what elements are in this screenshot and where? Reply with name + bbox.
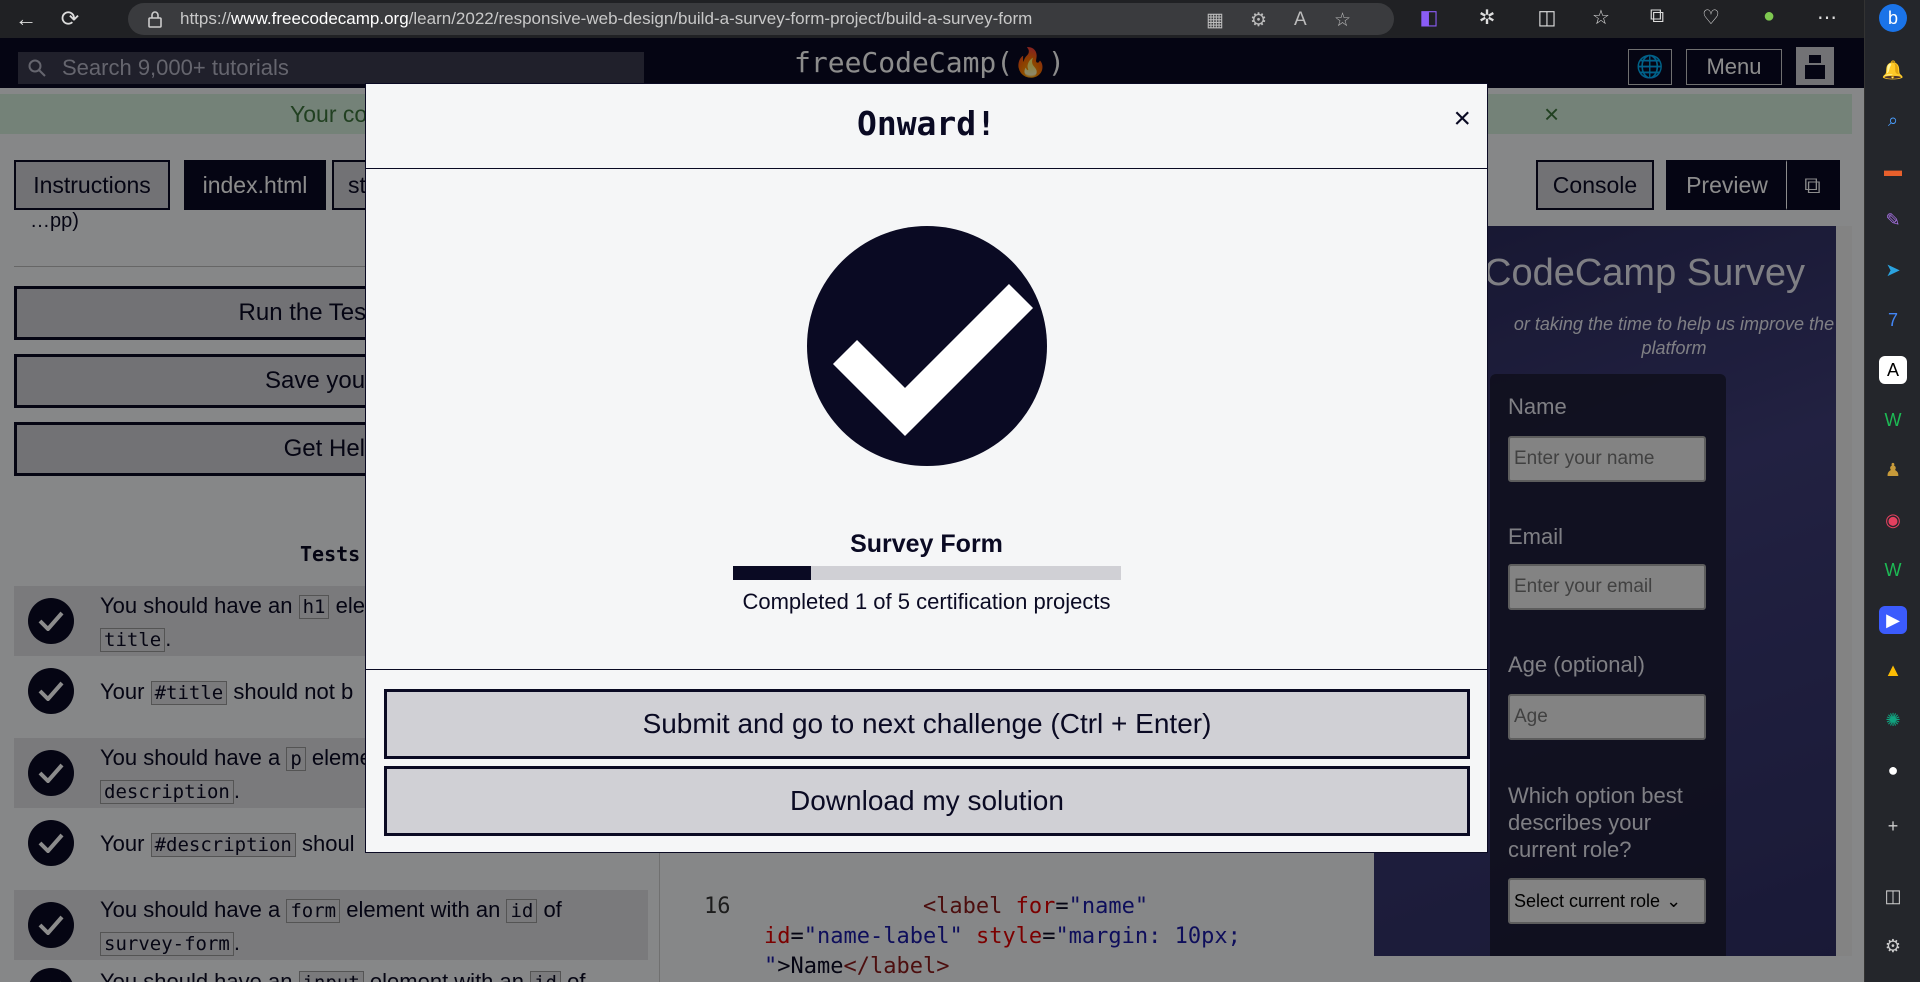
- address-bar[interactable]: https://www.freecodecamp.org/learn/2022/…: [128, 3, 1394, 35]
- game-icon[interactable]: ♟: [1879, 456, 1907, 484]
- progress-text: Completed 1 of 5 certification projects: [742, 589, 1111, 614]
- bing-icon[interactable]: b: [1879, 4, 1907, 32]
- refresh-icon[interactable]: ⟳: [52, 3, 88, 35]
- modal-title: Onward!: [856, 104, 997, 143]
- close-icon[interactable]: ×: [1453, 102, 1471, 136]
- back-arrow-icon[interactable]: ←: [8, 3, 44, 35]
- github-icon[interactable]: ●: [1879, 756, 1907, 784]
- read-aloud-icon[interactable]: A: [1294, 9, 1307, 31]
- url-prefix: https://: [180, 9, 232, 28]
- translate-icon[interactable]: ⚙: [1250, 9, 1267, 32]
- browser-essentials-icon[interactable]: ♡: [1696, 5, 1726, 30]
- add-icon[interactable]: +: [1879, 812, 1907, 840]
- chatgpt-icon[interactable]: ✺: [1879, 706, 1907, 734]
- favorite-star-icon[interactable]: ☆: [1334, 9, 1351, 32]
- immersive-reader-icon[interactable]: ◧: [1414, 5, 1444, 30]
- drive-icon[interactable]: ▲: [1879, 656, 1907, 684]
- settings-gear-icon[interactable]: ⚙: [1879, 932, 1907, 960]
- photos-icon[interactable]: ◉: [1879, 506, 1907, 534]
- completion-modal: Onward! × Survey Form Completed 1 of 5 c…: [365, 83, 1488, 853]
- office-icon[interactable]: ✎: [1879, 206, 1907, 234]
- divider: [366, 669, 1487, 670]
- url-path: /learn/2022/responsive-web-design/build-…: [408, 9, 1033, 28]
- notifications-icon[interactable]: 🔔: [1879, 56, 1907, 84]
- success-check-icon: [807, 226, 1047, 466]
- webtoon-icon[interactable]: W: [1879, 406, 1907, 434]
- modal-header: Onward! ×: [366, 84, 1487, 169]
- wattpad-icon[interactable]: W: [1879, 556, 1907, 584]
- lock-icon: [148, 11, 162, 28]
- split-screen-icon[interactable]: ◫: [1532, 5, 1562, 30]
- telegram-icon[interactable]: ➤: [1879, 256, 1907, 284]
- meet-icon[interactable]: ▶: [1879, 606, 1907, 634]
- progress-fill: [733, 566, 811, 580]
- app-available-icon[interactable]: ▦: [1206, 9, 1224, 32]
- collections-icon[interactable]: ⧉: [1642, 5, 1672, 28]
- url-host: www.freecodecamp.org: [231, 9, 409, 28]
- submit-next-challenge-button[interactable]: Submit and go to next challenge (Ctrl + …: [384, 689, 1470, 759]
- favorites-icon[interactable]: ☆: [1586, 5, 1616, 30]
- browser-toolbar: ← ⟳ https://www.freecodecamp.org/learn/2…: [0, 0, 1920, 38]
- calendar-icon[interactable]: 7: [1879, 306, 1907, 334]
- edge-sidebar: b 🔔 ⌕ ▬ ✎ ➤ 7 A W ♟ ◉ W ▶ ▲ ✺ ● + ◫ ⚙: [1864, 0, 1920, 982]
- certification-progress-bar: [733, 566, 1121, 580]
- sidebar-toggle-icon[interactable]: ◫: [1879, 882, 1907, 910]
- search-icon[interactable]: ⌕: [1879, 106, 1907, 134]
- extensions-icon[interactable]: ✲: [1472, 5, 1502, 30]
- dictionary-icon[interactable]: A: [1879, 356, 1907, 384]
- profile-icon[interactable]: ●: [1754, 5, 1784, 28]
- certification-project-title: Survey Form: [850, 530, 1003, 558]
- tools-icon[interactable]: ▬: [1879, 156, 1907, 184]
- download-solution-button[interactable]: Download my solution: [384, 766, 1470, 836]
- more-options-icon[interactable]: ⋯: [1812, 5, 1842, 30]
